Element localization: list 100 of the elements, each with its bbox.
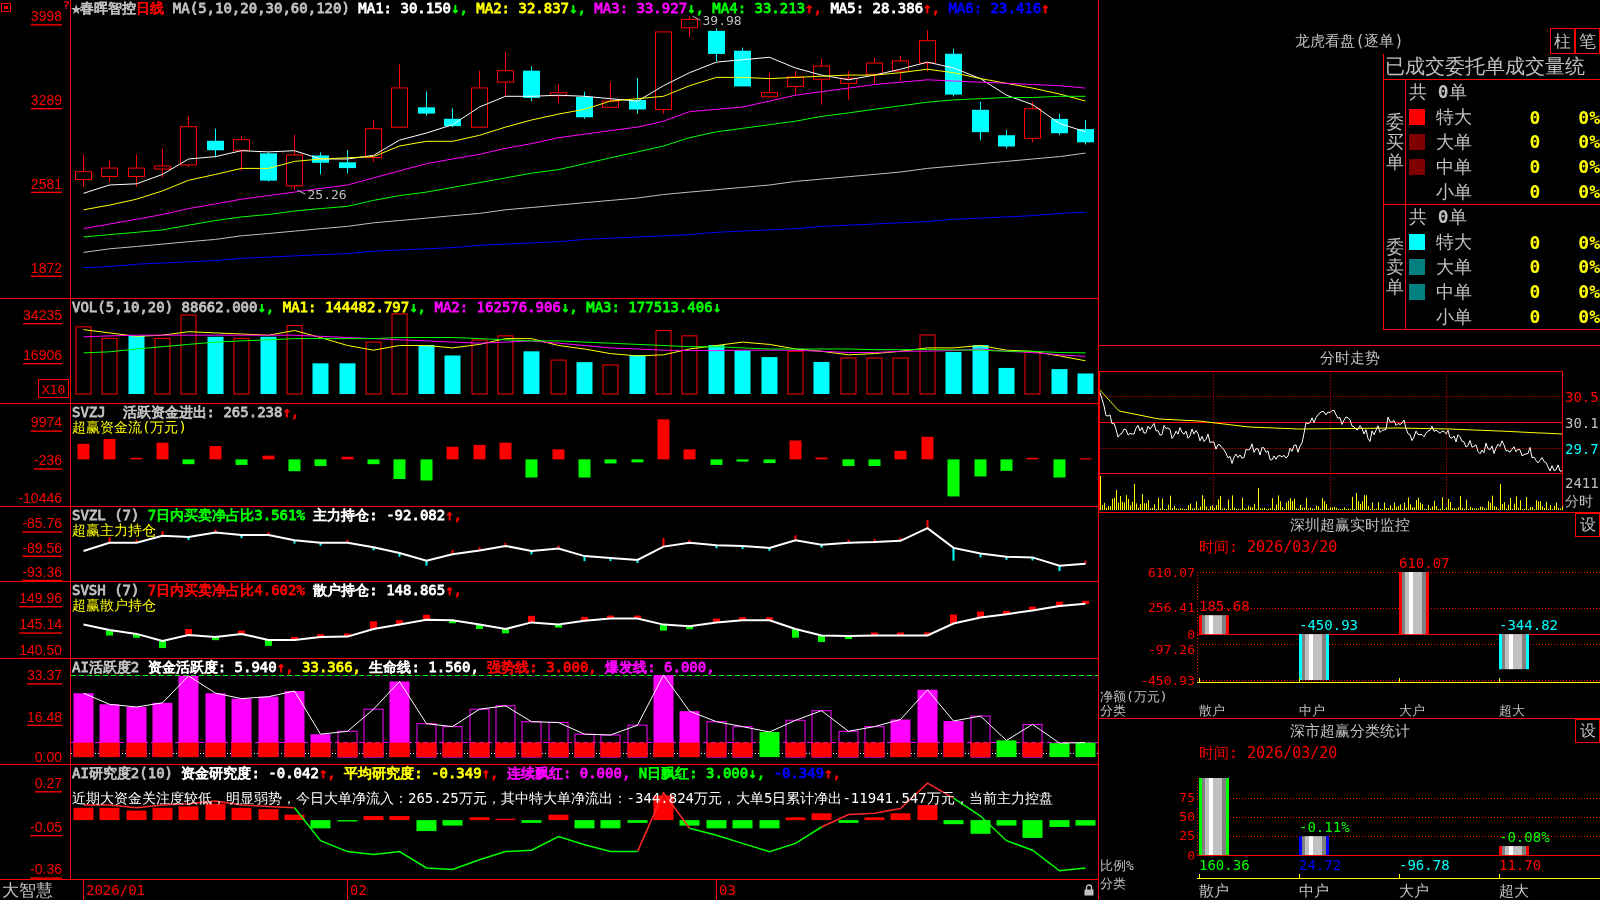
legend-label: 7日内买卖净占比3.561% <box>147 507 305 523</box>
time-label: 时间: 2026/03/20 <box>1199 743 1338 763</box>
y-axis-label: -93.36 <box>22 563 62 580</box>
y-axis-label: 50 <box>1179 809 1195 825</box>
category-label: 散户 <box>1199 702 1225 718</box>
legend-label: 日线 <box>136 0 165 16</box>
order-type: 特大 <box>1436 105 1472 130</box>
order-percent: 0% <box>1578 231 1600 253</box>
indicator-title: 超赢主力持仓 <box>72 523 156 537</box>
legend-label: ↑, <box>282 404 300 420</box>
legend-label: ↑ <box>1041 0 1050 16</box>
price-label: 29.7 <box>1565 440 1599 457</box>
order-count: 0 <box>1529 231 1541 253</box>
legend-label: MA3: 177513.406 <box>586 299 713 315</box>
order-percent: 0% <box>1578 156 1600 178</box>
y-axis-label: -236 <box>33 452 62 469</box>
side-label: 委买单 <box>1385 112 1404 172</box>
axis-title: 净额(万元) <box>1100 688 1168 704</box>
bar-value-label: 185.68 <box>1199 598 1250 615</box>
y-axis-label: -85.76 <box>22 515 62 532</box>
legend-label: 强势线: 3.000, <box>487 659 598 675</box>
bar-value-label: -344.82 <box>1499 617 1558 634</box>
legend-label: 爆发线: 6.000, <box>605 659 715 675</box>
y-axis-label: -89.56 <box>22 539 62 556</box>
legend-label: ↑, <box>445 507 463 523</box>
category-label: 大户 <box>1399 702 1425 718</box>
legend-label: 主力持仓: -92.082 <box>312 507 446 523</box>
order-total: 共 0单 <box>1409 205 1467 230</box>
legend-label: SVZL (7) <box>72 507 141 523</box>
y-axis-label: -450.93 <box>1140 672 1195 688</box>
y-axis-label: 75 <box>1179 790 1195 806</box>
order-count: 0 <box>1529 256 1541 278</box>
order-percent: 0% <box>1578 131 1600 153</box>
legend-label: ↓, <box>451 0 469 16</box>
legend-label: AI活跃度2 <box>72 659 141 675</box>
annotation: 25.26 <box>307 186 347 202</box>
legend-label: MA3: 33.927 <box>594 0 688 16</box>
legend-label: ↓, <box>748 765 767 781</box>
category-label: 散户 <box>1199 882 1229 900</box>
side-label: 委卖单 <box>1385 237 1404 297</box>
app-name: 大智慧 <box>2 880 53 900</box>
legend-label: 散户持仓: 148.865 <box>312 582 446 598</box>
legend-label: MA2: 32.837 <box>476 0 570 16</box>
legend-label: AI研究度2(10) <box>72 765 174 781</box>
bar-value-label: 610.07 <box>1399 557 1450 571</box>
order-count: 0 <box>1529 281 1541 303</box>
y-axis-label: 9974 <box>30 414 62 431</box>
panel-title: 深圳超赢实时监控 <box>1289 515 1410 535</box>
y-axis-label: -0.36 <box>30 861 62 878</box>
axis-title: 分类 <box>1100 875 1126 891</box>
legend-label: ↑, <box>824 765 841 781</box>
legend-label: ↑, <box>805 0 823 16</box>
price-annotation: 25.26 <box>297 186 347 202</box>
y-axis-label: 1872 <box>30 259 62 276</box>
y-axis-label: 256.41 <box>1148 600 1195 616</box>
bar-value-label: -450.93 <box>1299 617 1358 634</box>
order-count: 0 <box>1529 306 1541 328</box>
order-type: 小单 <box>1436 179 1472 204</box>
y-axis-label: 0 <box>1187 847 1195 863</box>
y-axis-label: 2581 <box>30 175 62 192</box>
legend-label: N日飘红: 3.000 <box>638 765 749 781</box>
legend-label: ↓, <box>409 299 428 315</box>
amount-label: 160.36 <box>1199 857 1250 873</box>
legend-label: 资金研究度: -0.042 <box>181 765 319 781</box>
date-label: 02 <box>347 880 367 900</box>
y-axis-label: -10446 <box>18 490 62 506</box>
order-type: 大单 <box>1436 255 1472 279</box>
y-axis-label: 610.07 <box>1148 564 1195 580</box>
legend-label: MA(5,10,20,30,60,120) <box>171 0 351 16</box>
category-label: 大户 <box>1399 882 1429 900</box>
order-total: 共 0单 <box>1409 80 1467 105</box>
y-axis-label: 33.37 <box>26 667 62 684</box>
volume-label: 2411 <box>1565 475 1599 491</box>
axis-title: 比例% <box>1100 857 1134 873</box>
legend-label: 资金活跃度: 5.940 <box>147 659 277 675</box>
order-count: 0 <box>1529 106 1541 128</box>
axis-title: 分类 <box>1100 702 1126 718</box>
indicator-title: 超赢资金流(万元) <box>72 420 187 434</box>
y-axis-label: -0.05 <box>30 818 62 835</box>
legend-label: 7日内买卖净占比4.602% <box>147 582 305 598</box>
unit-label: X10 <box>38 379 69 398</box>
y-axis-label: 16.48 <box>26 708 62 725</box>
legend-label: 33.366, <box>302 659 363 675</box>
order-percent: 0% <box>1578 281 1600 303</box>
y-axis-label: 140.50 <box>19 641 62 658</box>
legend-label: ↑, <box>276 659 295 675</box>
y-axis-label: 0.27 <box>34 775 62 792</box>
order-count: 0 <box>1529 131 1541 153</box>
y-axis-label: 25 <box>1179 828 1195 844</box>
y-axis-label: 3289 <box>30 92 62 108</box>
order-type: 小单 <box>1436 304 1472 329</box>
y-axis-label: -97.26 <box>1148 641 1195 657</box>
panel-title: 深市超赢分类统计 <box>1289 721 1410 741</box>
bar-note: -0.08% <box>1499 829 1550 846</box>
legend-label: 生命线: 1.560, <box>369 659 480 675</box>
indicator-title: 超赢散户持仓 <box>72 598 156 612</box>
order-count: 0 <box>1529 156 1541 178</box>
legend-label: ↓, <box>560 299 579 315</box>
legend-label: MA1: 30.150 <box>358 0 452 16</box>
date-label: 03 <box>716 880 736 900</box>
